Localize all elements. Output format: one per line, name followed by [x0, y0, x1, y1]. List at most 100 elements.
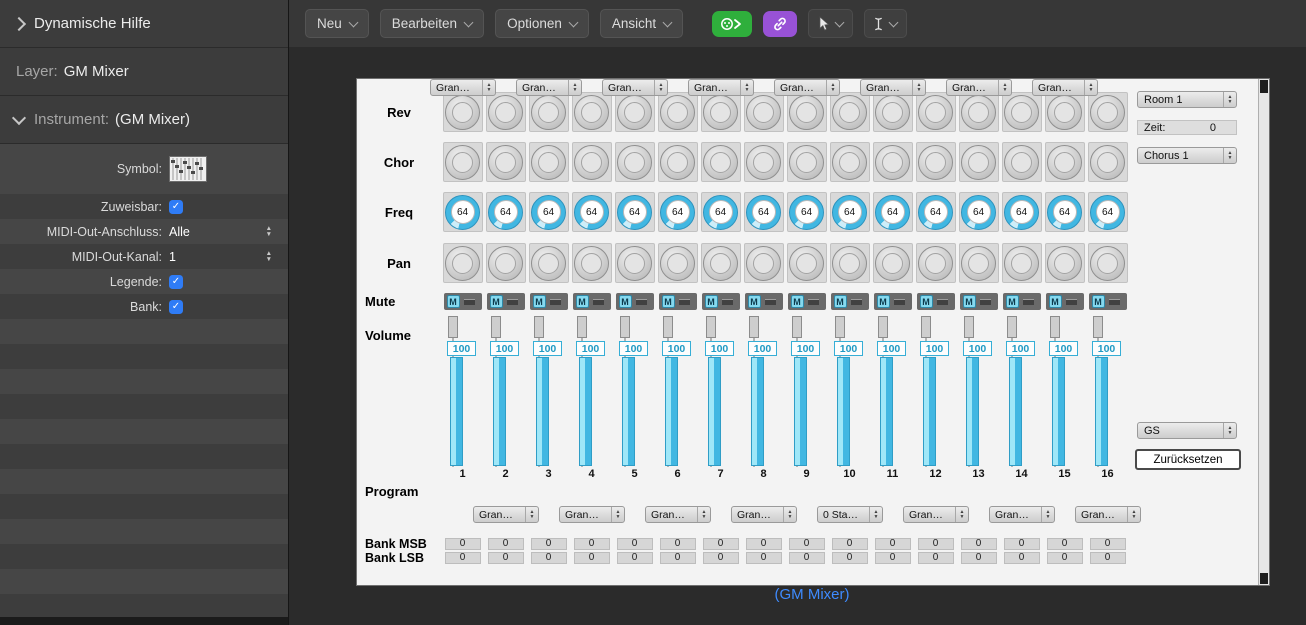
freq-knob[interactable]: 64 — [445, 194, 480, 230]
program-select-ch16[interactable]: Gran… ▲ ▼ — [1075, 506, 1141, 523]
bank-lsb-value[interactable]: 0 — [659, 551, 696, 564]
volume-fader[interactable] — [923, 357, 936, 466]
fader-handle[interactable] — [534, 316, 544, 338]
mute-button[interactable]: M — [1091, 295, 1105, 308]
fader-handle[interactable] — [921, 316, 931, 338]
pan-knob[interactable] — [660, 245, 695, 281]
chor-knob[interactable] — [488, 144, 523, 180]
bank-lsb-value[interactable]: 0 — [573, 551, 610, 564]
bank-msb-value[interactable]: 0 — [960, 537, 997, 550]
mute-button[interactable]: M — [1005, 295, 1019, 308]
bank-msb-value[interactable]: 0 — [573, 537, 610, 550]
pan-knob[interactable] — [918, 245, 953, 281]
rev-knob[interactable] — [574, 94, 609, 130]
menu-bearbeiten[interactable]: Bearbeiten — [379, 9, 485, 38]
fader-handle[interactable] — [749, 316, 759, 338]
midi-out-anschluss-value[interactable]: Alle — [169, 225, 190, 239]
pan-knob[interactable] — [574, 245, 609, 281]
bank-lsb-value[interactable]: 0 — [1003, 551, 1040, 564]
volume-fader[interactable] — [880, 357, 893, 466]
pan-knob[interactable] — [617, 245, 652, 281]
chorus-type-select[interactable]: Chorus 1 ▲ ▼ — [1137, 147, 1237, 164]
bank-mode-select[interactable]: GS ▲ ▼ — [1137, 422, 1237, 439]
text-tool-button[interactable] — [864, 9, 908, 38]
bank-lsb-value[interactable]: 0 — [1089, 551, 1126, 564]
freq-knob[interactable]: 64 — [746, 194, 781, 230]
pan-knob[interactable] — [961, 245, 996, 281]
fader-handle[interactable] — [491, 316, 501, 338]
fader-handle[interactable] — [663, 316, 673, 338]
program-select-ch13[interactable]: Gran… ▲ ▼ — [946, 79, 1012, 96]
volume-fader[interactable] — [1052, 357, 1065, 466]
chor-knob[interactable] — [875, 144, 910, 180]
chor-knob[interactable] — [574, 144, 609, 180]
freq-knob[interactable]: 64 — [617, 194, 652, 230]
volume-fader[interactable] — [536, 357, 549, 466]
bank-msb-value[interactable]: 0 — [444, 537, 481, 550]
mute-button[interactable]: M — [618, 295, 632, 308]
link-button[interactable] — [763, 10, 798, 37]
bank-lsb-value[interactable]: 0 — [788, 551, 825, 564]
rev-knob[interactable] — [1004, 94, 1039, 130]
freq-knob[interactable]: 64 — [1004, 194, 1039, 230]
chor-knob[interactable] — [789, 144, 824, 180]
bank-msb-value[interactable]: 0 — [788, 537, 825, 550]
mute-button[interactable]: M — [876, 295, 890, 308]
pan-knob[interactable] — [703, 245, 738, 281]
menu-optionen[interactable]: Optionen — [495, 9, 589, 38]
pan-knob[interactable] — [488, 245, 523, 281]
bank-lsb-value[interactable]: 0 — [702, 551, 739, 564]
chor-knob[interactable] — [703, 144, 738, 180]
pan-knob[interactable] — [531, 245, 566, 281]
pan-knob[interactable] — [1047, 245, 1082, 281]
midi-out-button[interactable] — [712, 10, 753, 37]
volume-fader[interactable] — [493, 357, 506, 466]
scrollbar-thumb[interactable] — [1260, 80, 1268, 93]
rev-knob[interactable] — [832, 94, 867, 130]
chor-knob[interactable] — [832, 144, 867, 180]
volume-value[interactable]: 100 — [1006, 341, 1035, 356]
bank-msb-value[interactable]: 0 — [745, 537, 782, 550]
program-select-ch15[interactable]: Gran… ▲ ▼ — [1032, 79, 1098, 96]
chor-knob[interactable] — [1047, 144, 1082, 180]
program-select-ch8[interactable]: Gran… ▲ ▼ — [731, 506, 797, 523]
legende-checkbox[interactable]: ✓ — [169, 274, 183, 289]
bank-lsb-value[interactable]: 0 — [1046, 551, 1083, 564]
volume-value[interactable]: 100 — [619, 341, 648, 356]
mute-button[interactable]: M — [661, 295, 675, 308]
program-select-ch14[interactable]: Gran… ▲ ▼ — [989, 506, 1055, 523]
mute-button[interactable]: M — [704, 295, 718, 308]
reverb-type-select[interactable]: Room 1 ▲ ▼ — [1137, 91, 1237, 108]
volume-value[interactable]: 100 — [834, 341, 863, 356]
pan-knob[interactable] — [789, 245, 824, 281]
fader-handle[interactable] — [1050, 316, 1060, 338]
pan-knob[interactable] — [875, 245, 910, 281]
zuweisbar-checkbox[interactable]: ✓ — [169, 199, 183, 214]
bank-lsb-value[interactable]: 0 — [444, 551, 481, 564]
chor-knob[interactable] — [617, 144, 652, 180]
mute-button[interactable]: M — [790, 295, 804, 308]
freq-knob[interactable]: 64 — [789, 194, 824, 230]
freq-knob[interactable]: 64 — [875, 194, 910, 230]
volume-fader[interactable] — [708, 357, 721, 466]
dynamic-help-header[interactable]: Dynamische Hilfe — [0, 0, 288, 48]
fader-handle[interactable] — [620, 316, 630, 338]
chor-knob[interactable] — [1004, 144, 1039, 180]
volume-fader[interactable] — [665, 357, 678, 466]
bank-lsb-value[interactable]: 0 — [874, 551, 911, 564]
volume-value[interactable]: 100 — [877, 341, 906, 356]
volume-fader[interactable] — [837, 357, 850, 466]
volume-value[interactable]: 100 — [920, 341, 949, 356]
volume-value[interactable]: 100 — [576, 341, 605, 356]
bank-msb-value[interactable]: 0 — [917, 537, 954, 550]
rev-knob[interactable] — [875, 94, 910, 130]
volume-value[interactable]: 100 — [490, 341, 519, 356]
rev-knob[interactable] — [531, 94, 566, 130]
rev-knob[interactable] — [488, 94, 523, 130]
bank-lsb-value[interactable]: 0 — [917, 551, 954, 564]
rev-knob[interactable] — [961, 94, 996, 130]
bank-msb-value[interactable]: 0 — [616, 537, 653, 550]
bank-msb-value[interactable]: 0 — [530, 537, 567, 550]
volume-value[interactable]: 100 — [963, 341, 992, 356]
rev-knob[interactable] — [918, 94, 953, 130]
